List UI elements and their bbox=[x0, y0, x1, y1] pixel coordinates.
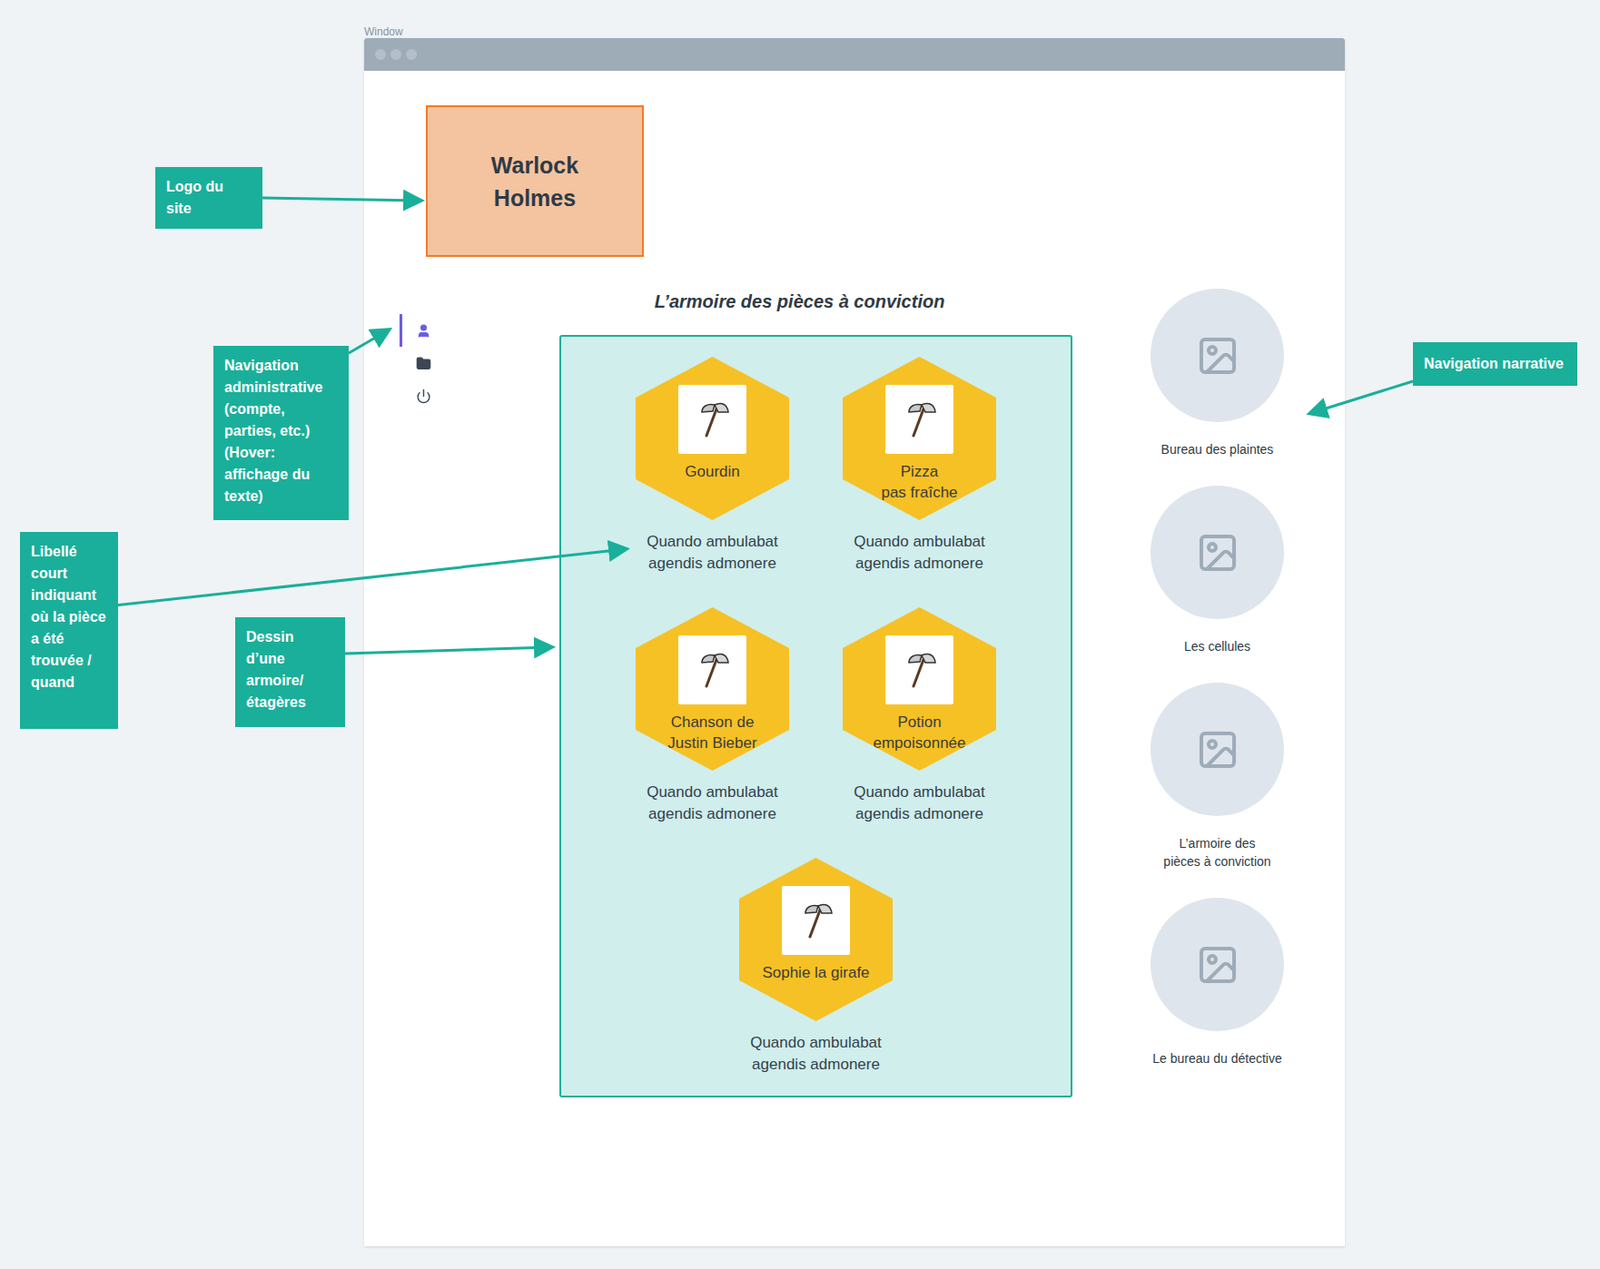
evidence-picture bbox=[885, 635, 954, 705]
admin-nav-item[interactable] bbox=[399, 379, 445, 413]
narrative-nav-item[interactable]: L’armoire despièces à conviction bbox=[1150, 682, 1284, 871]
image-icon bbox=[1195, 943, 1240, 988]
annotation-note: Dessin d’une armoire/étagères bbox=[235, 617, 346, 728]
place-picture bbox=[1150, 682, 1284, 817]
annotation-note: Navigation narrative bbox=[1412, 342, 1578, 386]
annotation-arrow bbox=[348, 330, 388, 354]
narrative-nav-item[interactable]: Le bureau du détective bbox=[1150, 898, 1284, 1068]
narrative-nav-item[interactable]: Bureau des plaintes bbox=[1150, 288, 1284, 459]
evidence-caption: Quando ambulabatagendis admonere bbox=[646, 531, 779, 575]
narrative-nav-item[interactable]: Les cellules bbox=[1150, 485, 1284, 656]
evidence-item[interactable]: Sophie la girafe Quando ambulabatagendis … bbox=[716, 858, 917, 1077]
place-label: Les cellules bbox=[1126, 637, 1309, 656]
logo[interactable]: WarlockHolmes bbox=[425, 105, 644, 257]
evidence-picture bbox=[678, 635, 747, 705]
annotation-arrow bbox=[1311, 381, 1413, 414]
place-label: Le bureau du détective bbox=[1126, 1049, 1309, 1068]
cabinet-title: L’armoire des pièces à conviction bbox=[559, 288, 1073, 336]
window: WarlockHolmes L’armoire des pièces à conv… bbox=[364, 38, 1345, 1247]
axe-icon bbox=[798, 900, 835, 941]
evidence-name: Sophie la girafe bbox=[761, 962, 870, 984]
window-dot bbox=[390, 49, 402, 60]
evidence-item[interactable]: Gourdin Quando ambulabatagendis admonere bbox=[612, 356, 813, 575]
evidence-item[interactable]: Potionempoisonnée Quando ambulabatagendis… bbox=[819, 607, 1020, 826]
evidence-picture bbox=[678, 385, 747, 455]
evidence-name: Potionempoisonnée bbox=[872, 711, 966, 754]
cabinet-panel: GourdinQuando ambulabatagendis admonereP… bbox=[559, 335, 1073, 1098]
evidence-item[interactable]: Pizzapas fraîche Quando ambulabatagendis … bbox=[819, 356, 1020, 575]
evidence-picture bbox=[885, 385, 954, 455]
evidence-hexagon[interactable]: Potionempoisonnée bbox=[842, 607, 997, 771]
evidence-picture bbox=[781, 886, 850, 956]
evidence-hexagon[interactable]: Gourdin bbox=[635, 356, 790, 521]
evidence-caption: Quando ambulabatagendis admonere bbox=[646, 781, 779, 826]
user-icon bbox=[415, 323, 432, 339]
place-picture bbox=[1150, 898, 1284, 1032]
evidence-name: Pizzapas fraîche bbox=[880, 461, 958, 504]
admin-nav-item[interactable] bbox=[399, 314, 445, 347]
evidence-hexagon[interactable]: Chanson deJustin Bieber bbox=[635, 607, 790, 771]
cabinet-column: L’armoire des pièces à conviction Gourdin… bbox=[559, 288, 1073, 1098]
folder-icon bbox=[415, 355, 432, 372]
evidence-caption: Quando ambulabatagendis admonere bbox=[853, 531, 986, 575]
window-dot bbox=[375, 49, 386, 60]
annotation-arrow bbox=[345, 647, 551, 654]
evidence-item[interactable]: Chanson deJustin Bieber Quando ambulabata… bbox=[612, 607, 813, 826]
evidence-name: Chanson deJustin Bieber bbox=[667, 711, 757, 754]
image-icon bbox=[1195, 728, 1240, 772]
annotation-arrow bbox=[114, 549, 625, 606]
axe-icon bbox=[901, 650, 939, 691]
evidence-caption: Quando ambulabatagendis admonere bbox=[853, 781, 986, 826]
place-label: Bureau des plaintes bbox=[1126, 440, 1309, 459]
place-picture bbox=[1150, 485, 1284, 620]
narrative-nav: Bureau des plaintes Les cellules L’armoire… bbox=[1150, 288, 1284, 1098]
image-icon bbox=[1195, 334, 1240, 378]
admin-nav bbox=[399, 314, 445, 1098]
window-dot bbox=[405, 49, 417, 60]
annotation-note: Logo du site bbox=[155, 167, 263, 229]
axe-icon bbox=[694, 399, 731, 440]
annotation-note: Libellé court indiquant où la pièce a ét… bbox=[19, 532, 119, 730]
power-icon bbox=[415, 388, 432, 405]
evidence-hexagon[interactable]: Pizzapas fraîche bbox=[842, 356, 997, 521]
axe-icon bbox=[901, 399, 939, 440]
window-titlebar bbox=[364, 38, 1345, 71]
place-picture bbox=[1150, 288, 1284, 423]
admin-nav-item[interactable] bbox=[399, 346, 445, 380]
place-label: L’armoire despièces à conviction bbox=[1126, 834, 1309, 871]
evidence-caption: Quando ambulabatagendis admonere bbox=[750, 1032, 882, 1077]
annotation-arrow bbox=[262, 197, 420, 201]
evidence-hexagon[interactable]: Sophie la girafe bbox=[739, 858, 893, 1022]
annotation-note: Navigation administrative (compte, parti… bbox=[213, 345, 349, 521]
evidence-name: Gourdin bbox=[684, 461, 740, 483]
image-icon bbox=[1195, 531, 1240, 575]
canvas: WindowWarlockHolmesL’armoire des pièces … bbox=[0, 0, 1600, 1269]
axe-icon bbox=[694, 650, 731, 691]
